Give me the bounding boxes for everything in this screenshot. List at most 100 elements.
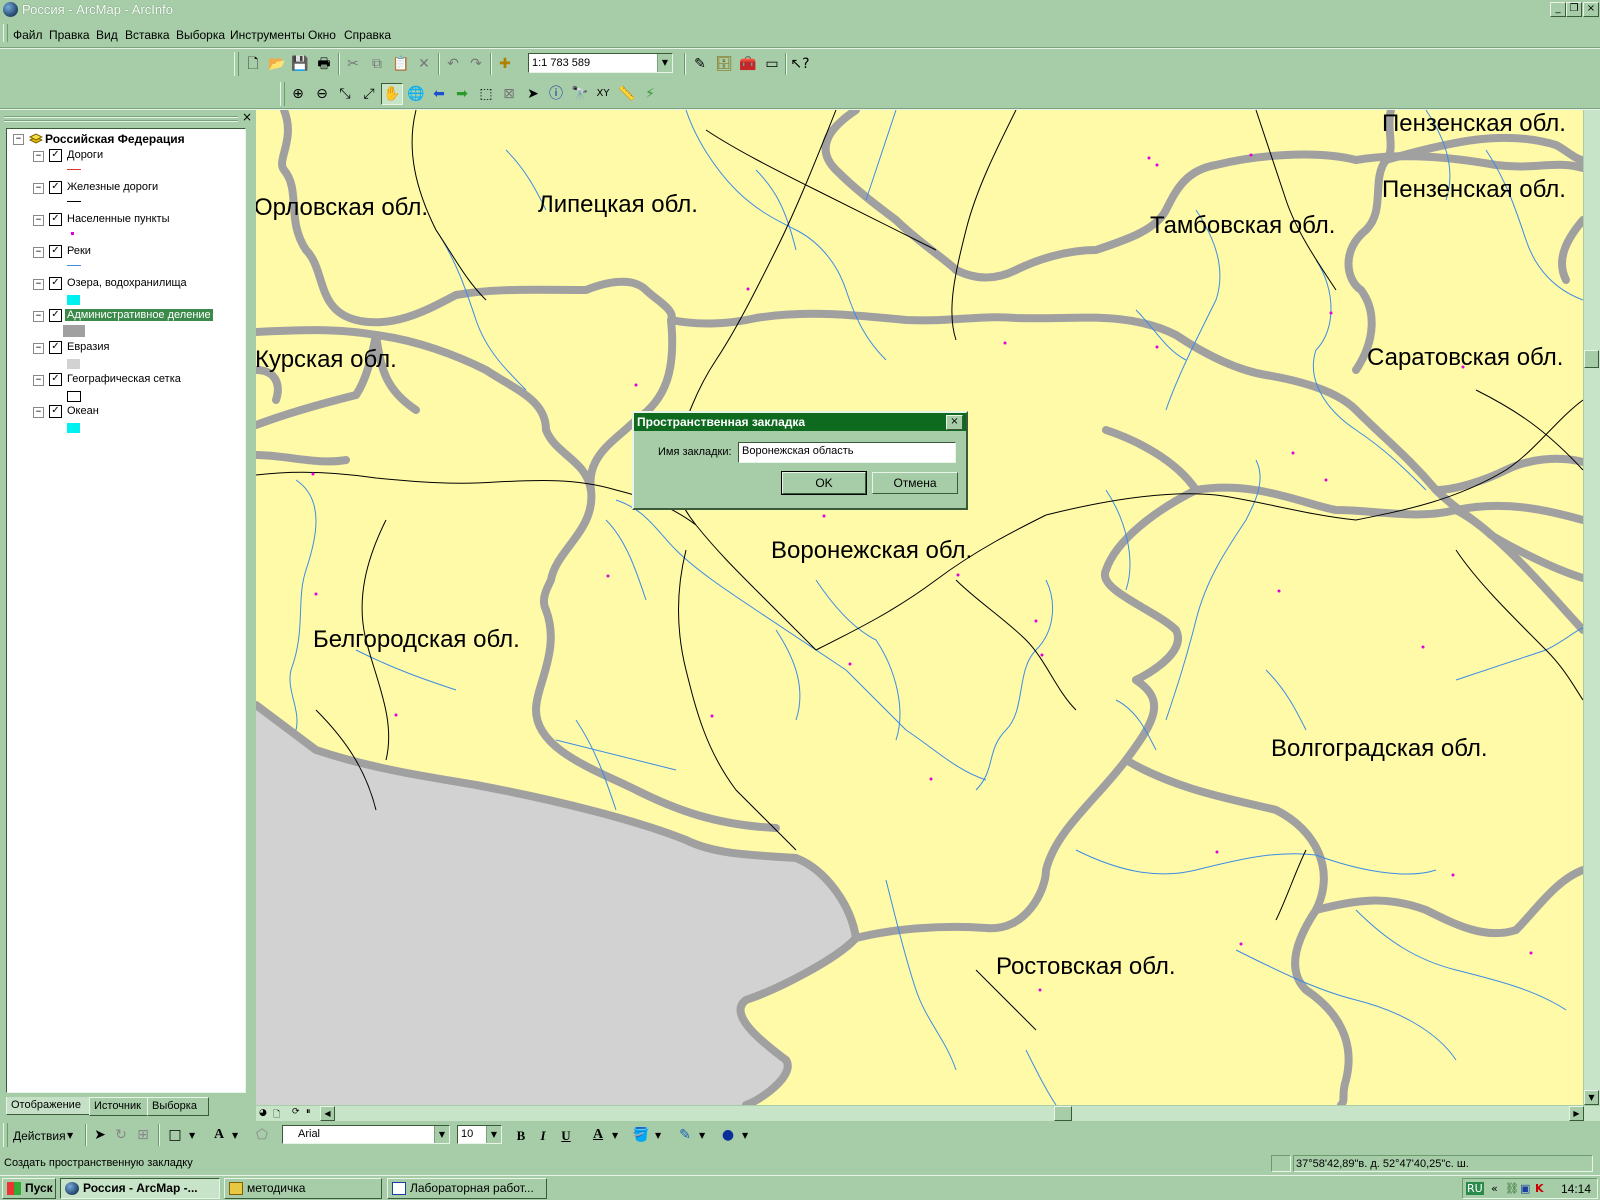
rotate-icon[interactable]: ↻ — [110, 1124, 132, 1146]
chevron-down-icon[interactable]: ▼ — [486, 1126, 501, 1143]
scroll-left-icon[interactable]: ◀ — [320, 1106, 335, 1121]
collapse-icon[interactable]: − — [33, 151, 44, 162]
chevron-down-icon[interactable]: ▼ — [434, 1126, 449, 1143]
edit-vertices-icon[interactable]: ⬠ — [251, 1124, 273, 1146]
undo-icon[interactable]: ↶ — [442, 53, 464, 75]
cut-icon[interactable]: ✂ — [342, 53, 364, 75]
cancel-button[interactable]: Отмена — [872, 472, 958, 494]
start-button[interactable]: Пуск — [2, 1178, 56, 1199]
pause-drawing-icon[interactable]: ⏸ — [306, 1107, 311, 1117]
horizontal-scrollbar[interactable]: ◕ 🗋 ⟳ ⏸ ◀ ▶ — [256, 1106, 1600, 1121]
font-size-combobox[interactable]: 10 ▼ — [457, 1125, 502, 1144]
drawing-actions-menu[interactable]: Действия — [13, 1129, 66, 1143]
layer-checkbox[interactable]: ✓ — [49, 309, 62, 322]
menu-insert[interactable]: Вставка — [125, 28, 170, 42]
layer-checkbox[interactable]: ✓ — [49, 405, 62, 418]
layer-graticule[interactable]: Географическая сетка — [67, 373, 181, 385]
layer-lakes[interactable]: Озера, водохранилища — [67, 277, 187, 289]
task-word-document[interactable]: Лабораторная работ... — [387, 1178, 547, 1199]
fill-color-icon[interactable]: 🪣 — [630, 1124, 652, 1146]
collapse-icon[interactable]: − — [33, 279, 44, 290]
scrollbar-thumb[interactable] — [1054, 1106, 1072, 1121]
collapse-icon[interactable]: − — [33, 375, 44, 386]
tab-source[interactable]: Источник — [89, 1097, 149, 1116]
layer-checkbox[interactable]: ✓ — [49, 181, 62, 194]
layer-ocean[interactable]: Океан — [67, 405, 99, 417]
map-canvas[interactable] — [256, 110, 1583, 1105]
layer-railroads[interactable]: Железные дороги — [67, 181, 158, 193]
close-button[interactable]: × — [1583, 2, 1599, 17]
text-tool-icon[interactable]: A — [208, 1124, 230, 1146]
toc-close-icon[interactable]: × — [242, 110, 252, 124]
task-folder[interactable]: методичка — [224, 1178, 382, 1199]
layer-checkbox[interactable]: ✓ — [49, 373, 62, 386]
forward-extent-icon[interactable]: ➡ — [451, 83, 473, 105]
tab-selection[interactable]: Выборка — [147, 1097, 209, 1116]
data-view-icon[interactable]: ◕ — [259, 1108, 267, 1118]
back-extent-icon[interactable]: ⬅ — [428, 83, 450, 105]
toolbar-grip[interactable] — [280, 82, 285, 106]
bookmark-name-input[interactable]: Воронежская область — [738, 442, 956, 463]
scrollbar-thumb[interactable] — [1584, 350, 1599, 368]
full-extent-globe-icon[interactable]: 🌐 — [405, 83, 427, 105]
clear-selection-icon[interactable]: ⊠ — [498, 83, 520, 105]
rectangle-icon[interactable]: □ — [164, 1124, 186, 1146]
line-color-icon[interactable]: ✎ — [674, 1124, 696, 1146]
chevron-down-icon[interactable]: ▼ — [67, 1131, 73, 1140]
menu-window[interactable]: Окно — [308, 28, 336, 42]
chevron-down-icon[interactable]: ▼ — [189, 1131, 195, 1140]
toolbar-grip[interactable] — [234, 52, 239, 76]
new-document-icon[interactable]: 🗋 — [242, 53, 264, 75]
clock[interactable]: 14:14 — [1561, 1182, 1591, 1196]
map-view[interactable]: Пензенская обл. Пензенская обл. Орловска… — [256, 110, 1583, 1105]
data-frame-name[interactable]: Российская Федерация — [45, 132, 185, 146]
refresh-icon[interactable]: ⟳ — [292, 1107, 300, 1117]
command-line-icon[interactable]: ▭ — [761, 53, 783, 75]
open-folder-icon[interactable]: 📂 — [266, 53, 288, 75]
find-binoculars-icon[interactable]: 🔭 — [569, 83, 591, 105]
font-name-combobox[interactable]: Arial ▼ — [282, 1125, 450, 1144]
minimize-button[interactable]: _ — [1550, 2, 1566, 17]
redo-icon[interactable]: ↷ — [465, 53, 487, 75]
scroll-down-icon[interactable]: ▼ — [1584, 1090, 1599, 1105]
menu-help[interactable]: Справка — [344, 28, 391, 42]
whats-this-help-icon[interactable]: ↖? — [789, 53, 811, 75]
menu-edit[interactable]: Правка — [49, 28, 90, 42]
underline-button[interactable]: U — [555, 1124, 577, 1146]
add-data-icon[interactable]: ✚ — [494, 53, 516, 75]
menu-selection[interactable]: Выборка — [176, 28, 225, 42]
italic-button[interactable]: I — [532, 1124, 554, 1146]
delete-icon[interactable]: ✕ — [413, 53, 435, 75]
copy-icon[interactable]: ⧉ — [366, 53, 388, 75]
layer-checkbox[interactable]: ✓ — [49, 213, 62, 226]
menu-view[interactable]: Вид — [96, 28, 118, 42]
zoom-to-elements-icon[interactable]: ⊞ — [132, 1124, 154, 1146]
restore-button[interactable]: ❐ — [1566, 2, 1582, 17]
layer-eurasia[interactable]: Евразия — [67, 341, 109, 353]
layer-checkbox[interactable]: ✓ — [49, 149, 62, 162]
chevron-down-icon[interactable]: ▼ — [612, 1131, 618, 1140]
select-features-icon[interactable]: ⬚ — [475, 83, 497, 105]
collapse-icon[interactable]: − — [13, 134, 24, 145]
font-color-icon[interactable]: A — [587, 1124, 609, 1146]
menu-file[interactable]: Файл — [13, 28, 43, 42]
layer-checkbox[interactable]: ✓ — [49, 277, 62, 290]
language-indicator[interactable]: RU — [1466, 1182, 1484, 1195]
collapse-icon[interactable]: − — [33, 343, 44, 354]
bold-button[interactable]: B — [510, 1124, 532, 1146]
menu-tools[interactable]: Инструменты — [230, 28, 305, 42]
collapse-icon[interactable]: − — [33, 311, 44, 322]
tray-network-icon[interactable]: ⛓ — [1505, 1182, 1519, 1195]
hyperlink-icon[interactable]: ⚡ — [639, 83, 661, 105]
collapse-icon[interactable]: − — [33, 215, 44, 226]
tab-display[interactable]: Отображение — [6, 1097, 92, 1115]
scroll-right-icon[interactable]: ▶ — [1569, 1106, 1584, 1121]
chevron-down-icon[interactable]: ▼ — [742, 1131, 748, 1140]
marker-color-icon[interactable]: ● — [717, 1124, 739, 1146]
collapse-icon[interactable]: − — [33, 247, 44, 258]
chevron-down-icon[interactable]: ▼ — [699, 1131, 705, 1140]
layer-checkbox[interactable]: ✓ — [49, 245, 62, 258]
select-elements-arrow-icon[interactable]: ➤ — [89, 1124, 111, 1146]
layer-rivers[interactable]: Реки — [67, 245, 91, 257]
fixed-zoom-out-icon[interactable]: ⤢ — [358, 83, 380, 105]
